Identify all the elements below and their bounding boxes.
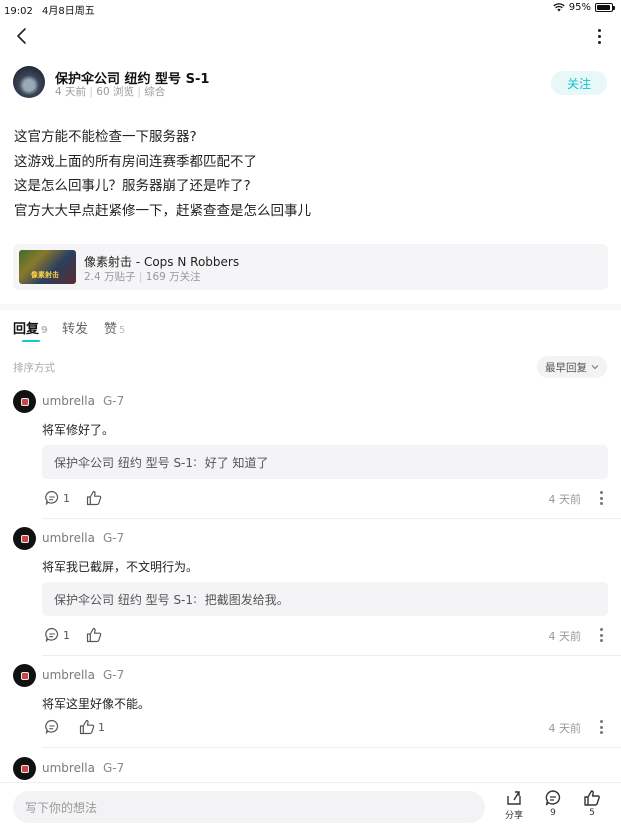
status-bar: 19:02 4月8日周五 95% xyxy=(0,0,621,17)
section-divider xyxy=(0,304,621,310)
comment-count: 9 xyxy=(550,808,556,818)
like-icon xyxy=(584,790,600,806)
game-followers: 169 万关注 xyxy=(145,271,201,283)
tab-reposts[interactable]: 转发 xyxy=(62,318,90,337)
back-icon xyxy=(17,28,26,44)
umbrella-logo-icon xyxy=(21,672,28,679)
reply-time: 4 天前 xyxy=(548,630,582,643)
reply-like-button[interactable]: 1 xyxy=(79,719,105,735)
back-button[interactable] xyxy=(10,24,34,48)
status-time: 19:02 xyxy=(4,6,33,17)
game-thumbnail: 像素射击 xyxy=(19,250,76,284)
reply-like-button[interactable] xyxy=(86,627,105,643)
post-time: 4 天前 xyxy=(55,86,87,98)
post-line: 这游戏上面的所有房间连赛季都匹配不了 xyxy=(14,153,257,170)
reply-avatar[interactable] xyxy=(13,757,36,780)
game-thumb-text: 像素射击 xyxy=(31,271,59,279)
reply-text: 将军我已截屏，不文明行为。 xyxy=(42,560,199,574)
reply-level: G-7 xyxy=(103,668,125,682)
umbrella-logo-icon xyxy=(21,765,28,772)
reply-avatar[interactable] xyxy=(13,664,36,687)
reply-actions: 1 xyxy=(44,490,105,506)
like-count: 5 xyxy=(589,808,595,818)
quote-author: 保护伞公司 纽约 型号 S-1 xyxy=(54,592,194,607)
reply-more-icon[interactable] xyxy=(599,491,603,505)
quoted-reply[interactable]: 保护伞公司 纽约 型号 S-1: 把截图发给我。 xyxy=(42,582,608,616)
quoted-reply[interactable]: 保护伞公司 纽约 型号 S-1: 好了 知道了 xyxy=(42,445,608,479)
reply-level: G-7 xyxy=(103,394,125,408)
post-views: 60 浏览 xyxy=(96,86,134,98)
battery-icon xyxy=(595,3,615,12)
game-name: 像素射击 - Cops N Robbers xyxy=(84,255,240,269)
comment-icon xyxy=(45,719,59,734)
quote-text: 好了 知道了 xyxy=(204,455,269,470)
post-line: 这是怎么回事儿？服务器崩了还是咋了? xyxy=(14,178,251,194)
reply-actions: 1 xyxy=(44,719,105,735)
quote-text: 把截图发给我。 xyxy=(204,592,289,607)
share-icon xyxy=(507,791,521,805)
reply-username[interactable]: umbrella G-7 xyxy=(42,394,124,408)
post-meta: 4 天前 | 60 浏览 | 综合 xyxy=(55,86,166,98)
reply-separator xyxy=(42,518,621,519)
game-card[interactable]: 像素射击 像素射击 - Cops N Robbers 2.4 万贴子 | 169… xyxy=(13,244,608,290)
comment-icon xyxy=(45,490,59,505)
reply-actions: 1 xyxy=(44,627,105,643)
reply-comment-button[interactable] xyxy=(44,719,63,735)
reply-text: 将军修好了。 xyxy=(42,423,115,437)
wifi-icon xyxy=(553,3,565,12)
reply-separator xyxy=(42,655,621,656)
reply-username[interactable]: umbrella G-7 xyxy=(42,531,124,545)
game-posts: 2.4 万贴子 xyxy=(84,271,136,283)
reply-comment-button[interactable]: 1 xyxy=(44,490,70,506)
like-icon xyxy=(86,627,102,643)
reply-tabs: 回复 9 转发 赞5 xyxy=(13,318,125,337)
quote-author: 保护伞公司 纽约 型号 S-1 xyxy=(54,455,194,470)
compose-input[interactable]: 写下你的想法 xyxy=(13,791,485,823)
tab-likes[interactable]: 赞5 xyxy=(104,318,125,337)
more-icon[interactable] xyxy=(593,26,605,46)
post-body: 这官方能不能检查一下服务器? 这游戏上面的所有房间连赛季都匹配不了 这是怎么回事… xyxy=(14,125,311,223)
active-tab-indicator xyxy=(22,340,40,342)
reply-level: G-7 xyxy=(103,531,125,545)
comment-button[interactable]: 9 xyxy=(535,789,571,818)
umbrella-logo-icon xyxy=(21,398,28,405)
reply-comment-button[interactable]: 1 xyxy=(44,627,70,643)
reply-time: 4 天前 xyxy=(548,493,582,506)
tab-replies[interactable]: 回复 9 xyxy=(13,318,48,337)
sort-dropdown[interactable]: 最早回复 xyxy=(537,356,607,378)
comment-icon xyxy=(45,627,59,642)
post-line: 官方大大早点赶紧修一下，赶紧查查是怎么回事儿 xyxy=(14,202,311,219)
reply-text: 将军这里好像不能。 xyxy=(42,697,151,711)
like-button[interactable]: 5 xyxy=(574,789,610,818)
reply-like-button[interactable] xyxy=(86,490,105,506)
reply-more-icon[interactable] xyxy=(599,720,603,734)
bottom-bar: 写下你的想法 分享 9 5 xyxy=(0,782,621,828)
post-category: 综合 xyxy=(144,86,166,98)
reply-username[interactable]: umbrella G-7 xyxy=(42,761,124,775)
sort-label: 排序方式 xyxy=(13,362,55,374)
battery-percent: 95% xyxy=(568,2,591,13)
reply-avatar[interactable] xyxy=(13,527,36,550)
reply-avatar[interactable] xyxy=(13,390,36,413)
battery-fill xyxy=(597,5,611,10)
status-date: 4月8日周五 xyxy=(42,6,95,17)
follow-button[interactable]: 关注 xyxy=(551,71,607,95)
share-label: 分享 xyxy=(504,811,523,821)
sort-selected: 最早回复 xyxy=(545,361,587,374)
author-avatar[interactable] xyxy=(13,66,45,98)
post-line: 这官方能不能检查一下服务器? xyxy=(14,129,197,145)
like-icon xyxy=(86,490,102,506)
like-icon xyxy=(79,719,95,735)
reply-username[interactable]: umbrella G-7 xyxy=(42,668,124,682)
umbrella-logo-icon xyxy=(21,535,28,542)
reply-separator xyxy=(42,747,621,748)
chevron-down-icon xyxy=(591,365,599,370)
share-button[interactable]: 分享 xyxy=(496,789,532,821)
game-stats: 2.4 万贴子 | 169 万关注 xyxy=(84,271,201,283)
reply-more-icon[interactable] xyxy=(599,628,603,642)
reply-level: G-7 xyxy=(103,761,125,775)
comment-icon xyxy=(545,790,561,806)
reply-time: 4 天前 xyxy=(548,722,582,735)
